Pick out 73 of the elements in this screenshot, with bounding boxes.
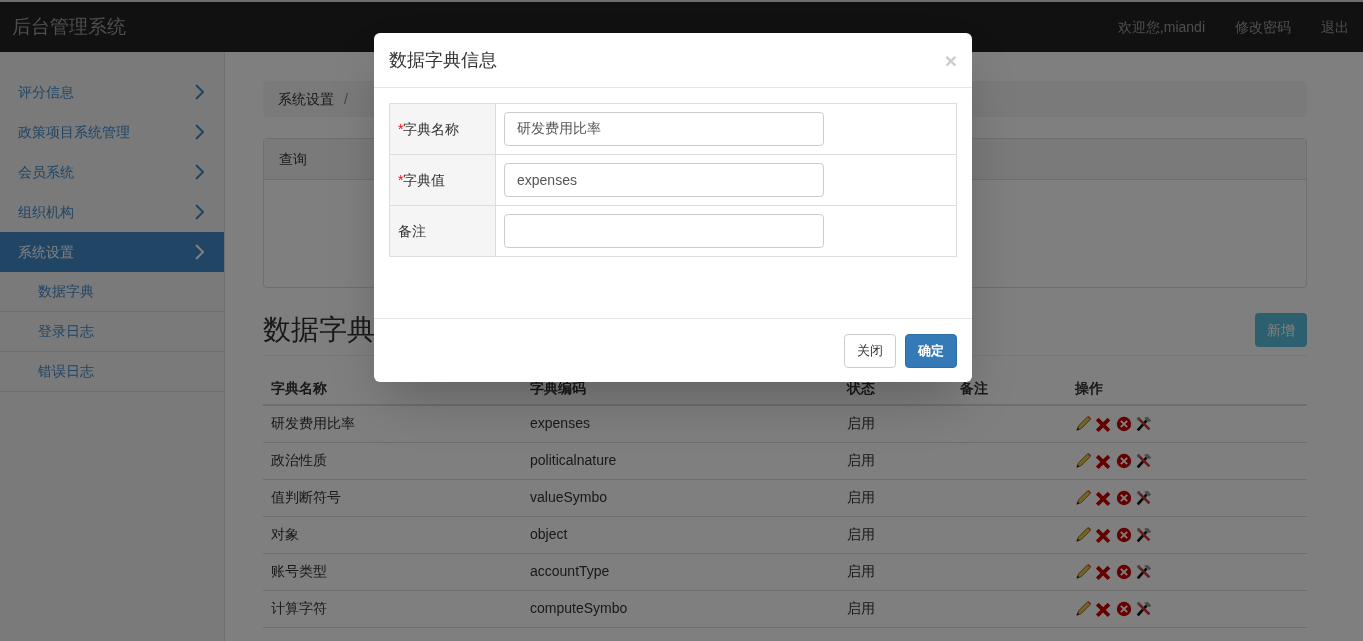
field-label: *字典值 xyxy=(398,171,446,188)
close-button[interactable]: × xyxy=(944,49,957,71)
breadcrumb-link[interactable]: 系统设置 xyxy=(278,88,334,110)
hammer-wrench-icon[interactable] xyxy=(1135,599,1153,618)
cancel-circle-icon[interactable] xyxy=(1115,599,1133,618)
sidebar-item[interactable]: 评分信息 xyxy=(0,72,224,112)
column-header: 备注 xyxy=(960,380,988,396)
chevron-right-icon xyxy=(194,244,204,260)
pencil-icon[interactable] xyxy=(1075,562,1093,581)
table-cell: 启用 xyxy=(847,526,875,542)
hammer-wrench-icon[interactable] xyxy=(1135,488,1153,507)
table-cell: computeSymbo xyxy=(530,600,628,616)
field-label: *字典名称 xyxy=(398,120,460,137)
hammer-wrench-icon[interactable] xyxy=(1135,525,1153,544)
breadcrumb-separator: / xyxy=(343,89,349,109)
hammer-wrench-icon[interactable] xyxy=(1135,414,1153,433)
sidebar-item[interactable]: 政策项目系统管理 xyxy=(0,112,224,152)
table-cell: 启用 xyxy=(847,415,875,432)
dialog-title: 数据字典信息 xyxy=(389,48,497,72)
table-cell: expenses xyxy=(530,415,590,432)
table-cell: valueSymbo xyxy=(530,489,608,505)
table-cell: 计算字符 xyxy=(271,600,327,616)
hammer-wrench-icon[interactable] xyxy=(1135,562,1153,581)
table-cell: politicalnature xyxy=(530,452,617,468)
table-cell: 账号类型 xyxy=(271,563,327,579)
chevron-right-icon xyxy=(194,124,204,140)
field-label: 备注 xyxy=(398,222,426,239)
table-cell: accountType xyxy=(530,563,610,579)
cancel-circle-icon[interactable] xyxy=(1115,525,1133,544)
input-field[interactable]: expenses xyxy=(504,163,824,197)
cancel-circle-icon[interactable] xyxy=(1115,414,1133,433)
cancel-circle-icon[interactable] xyxy=(1115,488,1133,507)
sidebar-subitem[interactable]: 错误日志 xyxy=(0,352,224,392)
table-cell: 启用 xyxy=(847,489,875,505)
chevron-right-icon xyxy=(194,164,204,180)
table-cell: 启用 xyxy=(847,600,875,616)
pencil-icon[interactable] xyxy=(1075,451,1093,470)
column-header: 状态 xyxy=(847,380,875,396)
cancel-circle-icon[interactable] xyxy=(1115,562,1133,581)
nav-link[interactable]: 退出 xyxy=(1321,16,1349,38)
table-cell: 值判断符号 xyxy=(271,489,341,505)
nav-link[interactable]: 欢迎您,miandi xyxy=(1117,16,1205,38)
table-cell: 对象 xyxy=(271,526,299,542)
hammer-wrench-icon[interactable] xyxy=(1135,451,1153,470)
pencil-icon[interactable] xyxy=(1075,414,1093,433)
sidebar-item[interactable]: 会员系统 xyxy=(0,152,224,192)
close-button[interactable]: 关闭 xyxy=(844,333,896,368)
sidebar-item[interactable]: 系统设置 xyxy=(0,232,224,272)
app-title: 后台管理系统 xyxy=(12,14,126,39)
table-cell: 启用 xyxy=(847,452,875,468)
table-cell: 研发费用比率 xyxy=(271,415,355,432)
table-cell: object xyxy=(530,526,568,542)
pencil-icon[interactable] xyxy=(1075,599,1093,618)
table-cell: 启用 xyxy=(847,563,875,579)
confirm-button[interactable]: 确定 xyxy=(905,333,957,368)
panel-heading: 查询 xyxy=(279,149,307,169)
pencil-icon[interactable] xyxy=(1075,525,1093,544)
sidebar-subitem[interactable]: 数据字典 xyxy=(0,272,224,312)
cancel-circle-icon[interactable] xyxy=(1115,451,1133,470)
nav-link[interactable]: 修改密码 xyxy=(1235,16,1291,38)
input-field[interactable] xyxy=(504,214,824,248)
column-header: 字典名称 xyxy=(271,380,327,396)
input-field[interactable]: 研发费用比率 xyxy=(504,112,824,146)
column-header: 操作 xyxy=(1075,380,1103,396)
chevron-right-icon xyxy=(194,84,204,100)
page-title: 数据字典 xyxy=(263,313,375,347)
add-button[interactable]: 新增 xyxy=(1255,313,1307,347)
table-cell: 政治性质 xyxy=(271,452,327,468)
chevron-right-icon xyxy=(194,204,204,220)
column-header: 字典编码 xyxy=(530,380,586,396)
sidebar-item[interactable]: 组织机构 xyxy=(0,192,224,232)
pencil-icon[interactable] xyxy=(1075,488,1093,507)
sidebar-subitem[interactable]: 登录日志 xyxy=(0,312,224,352)
